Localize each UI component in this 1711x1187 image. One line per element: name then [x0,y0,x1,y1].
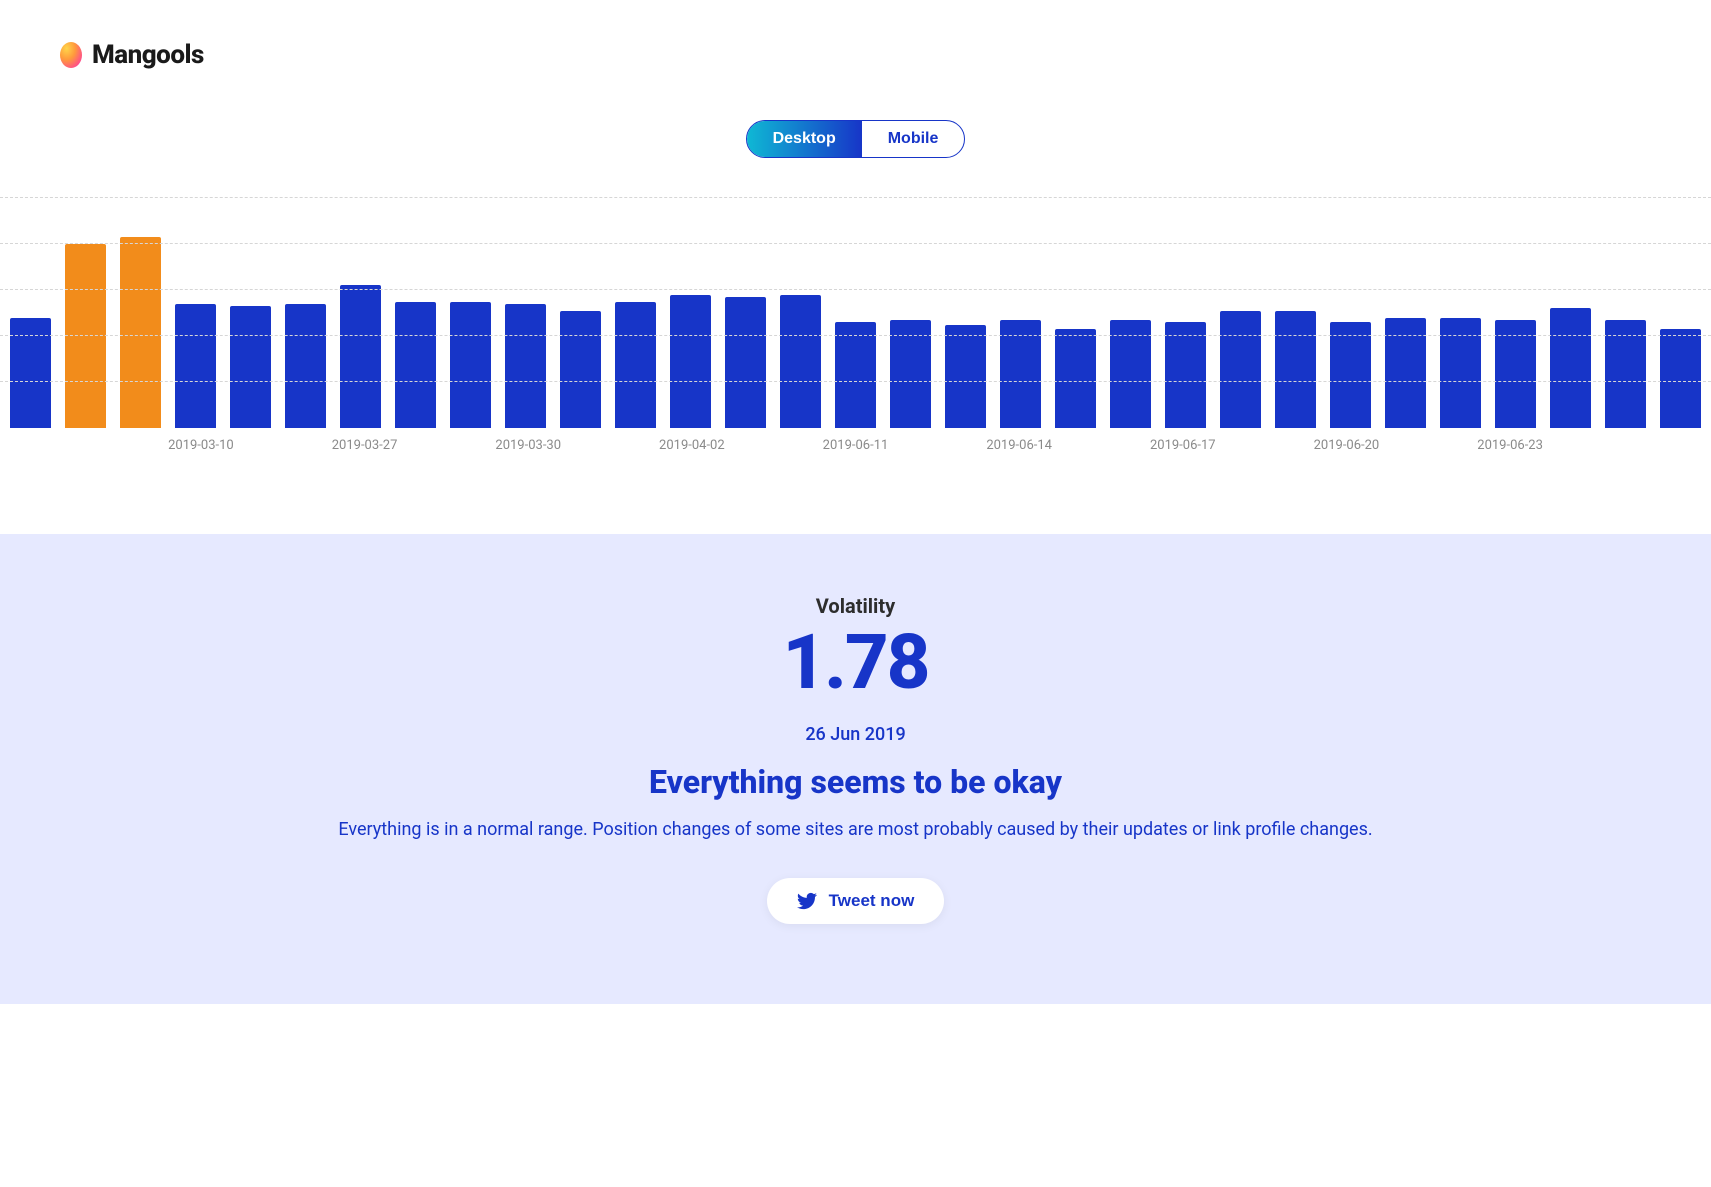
info-panel: Volatility 1.78 26 Jun 2019 Everything s… [0,534,1711,1004]
chart-bar[interactable] [65,244,106,428]
chart-area [0,198,1711,428]
chart-bar[interactable] [670,295,711,428]
chart-bar[interactable] [615,302,656,429]
chart-bar[interactable] [560,311,601,428]
chart-bar[interactable] [1605,320,1646,428]
chart-gridline [0,197,1711,198]
volatility-chart: 2019-03-10 2019-03-27 2019-03-30 2019-04-02… [0,198,1711,534]
chart-bar[interactable] [945,325,986,429]
x-tick-label: 2019-06-11 [823,438,889,453]
x-tick-label: 2019-03-30 [495,438,561,453]
chart-bar[interactable] [835,322,876,428]
chart-bar[interactable] [450,302,491,429]
x-tick-label: 2019-06-23 [1477,438,1543,453]
chart-bar[interactable] [340,285,381,428]
x-tick-label: 2019-03-27 [332,438,398,453]
x-tick-label: 2019-06-14 [986,438,1052,453]
header: Mangools [0,0,1711,90]
x-tick-label: 2019-06-17 [1150,438,1216,453]
chart-bar[interactable] [1000,320,1041,428]
status-headline: Everything seems to be okay [40,763,1671,801]
chart-bar[interactable] [1165,322,1206,428]
chart-bar[interactable] [725,297,766,428]
chart-bar[interactable] [120,237,161,428]
chart-bar[interactable] [1330,322,1371,428]
tweet-button-label: Tweet now [829,891,915,911]
device-toggle: Desktop Mobile [0,90,1711,198]
x-tick-label: 2019-04-02 [659,438,725,453]
volatility-label: Volatility [40,594,1671,618]
chart-bar[interactable] [230,306,271,428]
chart-bar[interactable] [285,304,326,428]
tab-desktop[interactable]: Desktop [747,121,862,157]
chart-bar[interactable] [505,304,546,428]
chart-bar[interactable] [1220,311,1261,428]
x-tick-label: 2019-03-10 [168,438,234,453]
chart-bar[interactable] [780,295,821,428]
chart-gridline [0,381,1711,382]
volatility-date: 26 Jun 2019 [40,724,1671,745]
brand-name: Mangools [92,40,204,70]
status-description: Everything is in a normal range. Positio… [306,817,1406,842]
volatility-value: 1.78 [40,624,1671,700]
twitter-icon [797,891,817,911]
chart-bar[interactable] [1660,329,1701,428]
mangools-icon [60,42,82,68]
chart-bar[interactable] [1055,329,1096,428]
chart-gridline [0,335,1711,336]
tweet-button[interactable]: Tweet now [767,878,945,924]
toggle-pill: Desktop Mobile [746,120,966,158]
brand-logo[interactable]: Mangools [60,40,204,70]
chart-bar[interactable] [1550,308,1591,428]
chart-bar[interactable] [1495,320,1536,428]
chart-bar[interactable] [1110,320,1151,428]
chart-bar[interactable] [395,302,436,429]
tab-mobile[interactable]: Mobile [862,121,965,157]
chart-bar[interactable] [890,320,931,428]
x-tick-label: 2019-06-20 [1314,438,1380,453]
chart-gridline [0,289,1711,290]
chart-gridline [0,243,1711,244]
chart-bar[interactable] [1275,311,1316,428]
chart-bar[interactable] [175,304,216,428]
chart-x-axis: 2019-03-10 2019-03-27 2019-03-30 2019-04-02… [0,438,1711,474]
chart-bars [10,198,1701,428]
